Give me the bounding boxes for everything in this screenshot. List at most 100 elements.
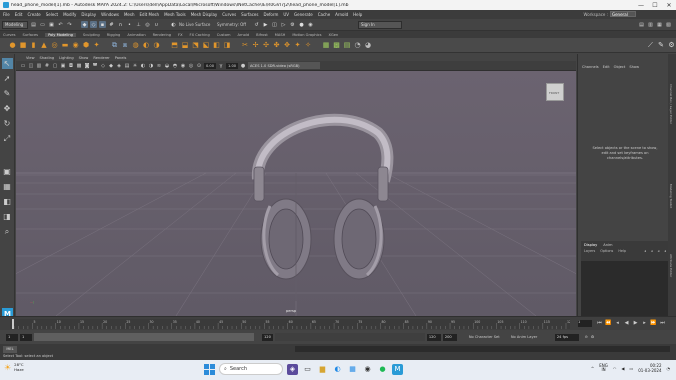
menu-deform[interactable]: Deform bbox=[263, 12, 278, 17]
store-icon[interactable]: ▦ bbox=[347, 364, 358, 375]
arnold-render-icon[interactable]: ◉ bbox=[307, 21, 314, 28]
side-tab-modeling-toolkit[interactable]: Modeling Toolkit bbox=[669, 184, 673, 208]
new-layer-selected-icon[interactable]: ◂ bbox=[664, 249, 666, 253]
depth-of-field-icon[interactable]: ◓ bbox=[172, 63, 178, 69]
bookmark-icon[interactable]: ◫ bbox=[28, 63, 34, 69]
shelf-tab-rendering[interactable]: Rendering bbox=[153, 33, 171, 37]
planar-mapping-icon[interactable]: ▦ bbox=[322, 41, 331, 50]
multi-cut-icon[interactable]: ✂ bbox=[241, 41, 250, 50]
channel-box-tab-object[interactable]: Object bbox=[614, 65, 626, 69]
move-tool-icon[interactable]: ✥ bbox=[2, 103, 13, 114]
toggle-attribute-editor-icon[interactable]: ▥ bbox=[647, 21, 654, 28]
battery-icon[interactable]: ▭ bbox=[629, 366, 633, 371]
command-input[interactable] bbox=[295, 346, 670, 352]
folder-icon[interactable]: ▤ bbox=[30, 21, 37, 28]
shelf-tab-custom[interactable]: Custom bbox=[217, 33, 231, 37]
menu-uv[interactable]: UV bbox=[283, 12, 289, 17]
time-slider-track[interactable]: 5 10 15 20 25 30 35 40 45 50 55 60 65 70 75 80 85 90 95 100… bbox=[10, 319, 570, 329]
layer-menu-help[interactable]: Help bbox=[618, 249, 626, 253]
menu-curves[interactable]: Curves bbox=[222, 12, 236, 17]
maximize-button[interactable]: ☐ bbox=[648, 0, 662, 10]
anim-start-field[interactable]: 1 bbox=[6, 333, 18, 341]
menu-cache[interactable]: Cache bbox=[318, 12, 330, 17]
color-management-icon[interactable]: ● bbox=[240, 63, 246, 69]
connect-icon[interactable]: ✣ bbox=[262, 41, 271, 50]
snap-grid-icon[interactable]: # bbox=[108, 21, 115, 28]
vp-menu-shading[interactable]: Shading bbox=[40, 56, 55, 60]
minimize-button[interactable]: — bbox=[634, 0, 648, 10]
auto-key-icon[interactable]: ⊙ bbox=[585, 335, 588, 339]
separate-icon[interactable]: ⧈ bbox=[121, 41, 130, 50]
select-object-icon[interactable]: ◇ bbox=[90, 21, 97, 28]
taskbar-search[interactable]: ⌕ Search bbox=[219, 363, 283, 375]
shelf-tab-fx-caching[interactable]: FX Caching bbox=[190, 33, 210, 37]
auto-mapping-icon[interactable]: ▩ bbox=[332, 41, 341, 50]
shelf-settings-icon[interactable]: ⚙ bbox=[667, 41, 676, 50]
playback-start-field[interactable]: 1 bbox=[20, 333, 32, 341]
live-surface-label[interactable]: No Live Surface bbox=[179, 22, 215, 27]
anim-prefs-icon[interactable]: ⚙ bbox=[591, 335, 594, 339]
menu-surfaces[interactable]: Surfaces bbox=[241, 12, 258, 17]
gamma-icon[interactable]: γ bbox=[218, 63, 224, 69]
mirror-icon[interactable]: ◑ bbox=[152, 41, 161, 50]
redo-icon[interactable]: ↷ bbox=[66, 21, 73, 28]
menu-edit-mesh[interactable]: Edit Mesh bbox=[140, 12, 160, 17]
snap-curve-icon[interactable]: ∩ bbox=[117, 21, 124, 28]
render-view-icon[interactable]: ◫ bbox=[271, 21, 278, 28]
fps-dropdown[interactable]: 24 fps bbox=[554, 333, 579, 341]
shelf-tab-rigging[interactable]: Rigging bbox=[107, 33, 121, 37]
headphone-model[interactable] bbox=[251, 113, 394, 280]
script-language-toggle[interactable]: MEL bbox=[3, 345, 17, 353]
channel-box-tab-channels[interactable]: Channels bbox=[582, 65, 599, 69]
task-view-icon[interactable]: ▭ bbox=[302, 364, 313, 375]
layer-menu-layers[interactable]: Layers bbox=[584, 249, 595, 253]
menu-modify[interactable]: Modify bbox=[63, 12, 76, 17]
platonic-solid-icon[interactable]: ⬢ bbox=[82, 41, 91, 50]
camera-attributes-icon[interactable]: ▭ bbox=[20, 63, 26, 69]
quad-draw-icon[interactable]: ✤ bbox=[272, 41, 281, 50]
menu-display[interactable]: Display bbox=[81, 12, 96, 17]
bevel-icon[interactable]: ⬔ bbox=[191, 41, 200, 50]
snap-point-icon[interactable]: • bbox=[126, 21, 133, 28]
bridge-icon[interactable]: ⬓ bbox=[181, 41, 190, 50]
render-frame-icon[interactable]: ▶ bbox=[262, 21, 269, 28]
xray-joints-icon[interactable]: ⊙ bbox=[196, 63, 202, 69]
menuset-dropdown[interactable]: Modeling bbox=[2, 20, 28, 29]
field-chart-icon[interactable]: ▩ bbox=[76, 63, 82, 69]
poly-disc-icon[interactable]: ◉ bbox=[71, 41, 80, 50]
symmetry-label[interactable]: Symmetry: Off bbox=[217, 22, 251, 27]
shelf-tab-arnold[interactable]: Arnold bbox=[238, 33, 250, 37]
go-to-end-icon[interactable]: ⏭ bbox=[659, 320, 666, 326]
shelf-tab-surfaces[interactable]: Surfaces bbox=[22, 33, 38, 37]
volume-icon[interactable]: ◀ bbox=[621, 366, 624, 371]
poly-sphere-icon[interactable]: ● bbox=[8, 41, 17, 50]
step-back-frame-icon[interactable]: ◂ bbox=[614, 320, 621, 326]
boolean-icon[interactable]: ◐ bbox=[142, 41, 151, 50]
wire-on-shaded-icon[interactable]: ◈ bbox=[116, 63, 122, 69]
spotify-icon[interactable]: ● bbox=[377, 364, 388, 375]
tray-chevron-icon[interactable]: ^ bbox=[591, 366, 594, 371]
offset-edge-loop-icon[interactable]: ✦ bbox=[293, 41, 302, 50]
range-bar-track[interactable] bbox=[274, 333, 425, 341]
brush-icon[interactable]: ⟋ bbox=[646, 41, 655, 50]
perspective-viewport[interactable]: FRONT —| persp bbox=[16, 71, 576, 316]
exposure-field[interactable]: 0.00 bbox=[204, 62, 217, 69]
menu-mesh-display[interactable]: Mesh Display bbox=[191, 12, 218, 17]
menu-select[interactable]: Select bbox=[46, 12, 58, 17]
toggle-modeling-toolkit-icon[interactable]: ▤ bbox=[638, 21, 645, 28]
step-forward-key-icon[interactable]: ⏩ bbox=[650, 320, 657, 326]
layer-move-up-icon[interactable]: ◂ bbox=[644, 249, 646, 253]
step-forward-frame-icon[interactable]: ▸ bbox=[641, 320, 648, 326]
render-settings-icon[interactable]: ⚙ bbox=[289, 21, 296, 28]
wifi-icon[interactable]: ◠ bbox=[613, 366, 617, 371]
shelf-tab-xgen[interactable]: XGen bbox=[329, 33, 339, 37]
soften-edge-icon[interactable]: ◔ bbox=[353, 41, 362, 50]
menu-mesh-tools[interactable]: Mesh Tools bbox=[164, 12, 186, 17]
shelf-tab-bifrost[interactable]: Bifrost bbox=[256, 33, 268, 37]
vp-menu-renderer[interactable]: Renderer bbox=[93, 56, 109, 60]
toggle-channel-box-icon[interactable]: ▧ bbox=[665, 21, 672, 28]
film-gate-icon[interactable]: ▢ bbox=[52, 63, 58, 69]
select-hierarchy-icon[interactable]: ◆ bbox=[81, 21, 88, 28]
motion-blur-icon[interactable]: ≋ bbox=[156, 63, 162, 69]
menu-mesh[interactable]: Mesh bbox=[124, 12, 135, 17]
